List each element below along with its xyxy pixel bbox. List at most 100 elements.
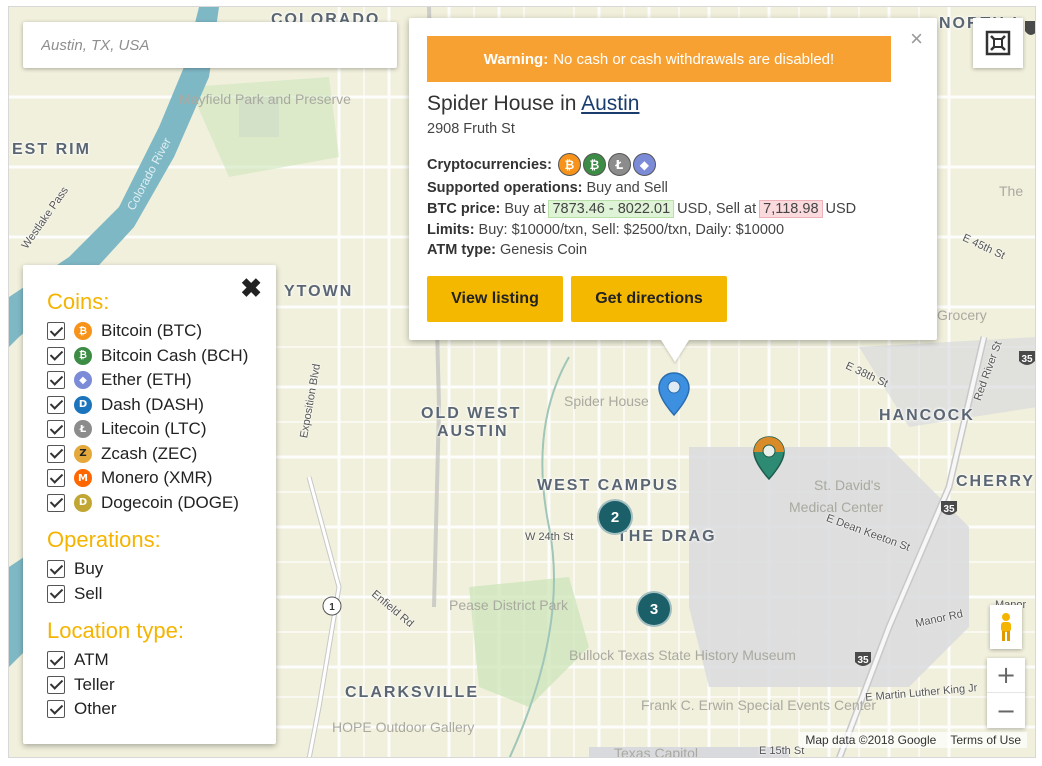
- coin-filter-dash[interactable]: D Dash (DASH): [47, 393, 276, 418]
- marker-cluster[interactable]: 3: [636, 591, 672, 627]
- litecoin-icon: Ł: [607, 153, 631, 176]
- location-label: Other: [74, 699, 117, 719]
- svg-text:35: 35: [1021, 354, 1033, 365]
- coin-label: Monero (XMR): [101, 468, 213, 488]
- map-pin-icon: [753, 436, 785, 481]
- warning-banner: Warning: No cash or cash withdrawals are…: [427, 36, 891, 82]
- operations-value: Buy and Sell: [586, 180, 668, 196]
- svg-text:35: 35: [857, 655, 869, 666]
- svg-text:35: 35: [943, 504, 955, 515]
- city-link[interactable]: Austin: [581, 92, 639, 115]
- coin-filter-xmr[interactable]: M Monero (XMR): [47, 466, 276, 491]
- coin-filter-eth[interactable]: ◆ Ether (ETH): [47, 368, 276, 393]
- zoom-control: + −: [987, 658, 1025, 728]
- checkbox[interactable]: [47, 444, 65, 463]
- ether-icon: ◆: [632, 153, 656, 176]
- location-search-box: [23, 22, 397, 68]
- warning-text: No cash or cash withdrawals are disabled…: [553, 50, 835, 68]
- location-filter-atm[interactable]: ATM: [47, 648, 276, 673]
- checkbox[interactable]: [47, 469, 65, 488]
- atm-marker[interactable]: [752, 435, 786, 486]
- coin-label: Ether (ETH): [101, 370, 192, 390]
- fullscreen-button[interactable]: [973, 18, 1023, 68]
- litecoin-icon: Ł: [74, 420, 92, 439]
- operations-label: Supported operations:: [427, 180, 583, 196]
- operation-filter-sell[interactable]: Sell: [47, 582, 276, 607]
- coin-filter-doge[interactable]: D Dogecoin (DOGE): [47, 491, 276, 516]
- ether-icon: ◆: [74, 371, 92, 390]
- view-listing-button[interactable]: View listing: [427, 276, 563, 322]
- atm-type-value: Genesis Coin: [500, 242, 588, 258]
- crypto-label: Cryptocurrencies:: [427, 156, 552, 173]
- location-title: Spider House in Austin: [427, 92, 919, 116]
- atm-type-label: ATM type:: [427, 242, 497, 258]
- sell-price-value: 7,118.98: [759, 200, 823, 218]
- coin-filter-zec[interactable]: Z Zcash (ZEC): [47, 442, 276, 467]
- zcash-icon: Z: [74, 444, 92, 463]
- filter-panel: ✖ Coins: ₿ Bitcoin (BTC) ₿ Bitcoin Cash …: [23, 265, 276, 744]
- location-address: 2908 Fruth St: [427, 121, 515, 137]
- checkbox[interactable]: [47, 371, 65, 390]
- map-pin-icon: [658, 372, 690, 417]
- bitcoin-icon: ₿: [557, 153, 581, 176]
- close-icon[interactable]: ✖: [240, 275, 262, 301]
- checkbox[interactable]: [47, 420, 65, 439]
- pegman-icon: [1001, 613, 1011, 641]
- popup-pointer: [661, 340, 689, 362]
- svg-text:1: 1: [329, 602, 335, 613]
- street-view-pegman[interactable]: [990, 605, 1022, 649]
- bitcoin-cash-icon: ₿: [74, 346, 92, 365]
- close-icon[interactable]: ×: [910, 26, 923, 52]
- atm-marker-selected[interactable]: [657, 371, 691, 422]
- price-buy-prefix: Buy at: [504, 201, 546, 217]
- operations-heading: Operations:: [47, 527, 161, 552]
- popup-actions: View listing Get directions: [427, 276, 919, 322]
- price-currency: USD: [825, 201, 857, 217]
- location-name: Spider House in: [427, 92, 577, 115]
- zoom-out-button[interactable]: −: [987, 693, 1025, 728]
- coin-label: Zcash (ZEC): [101, 443, 198, 463]
- location-filter-teller[interactable]: Teller: [47, 673, 276, 698]
- checkbox[interactable]: [47, 584, 65, 603]
- checkbox[interactable]: [47, 651, 65, 670]
- buy-price-value: 7873.46 - 8022.01: [548, 200, 675, 218]
- location-type-heading: Location type:: [47, 618, 184, 643]
- coin-label: Bitcoin Cash (BCH): [101, 345, 249, 365]
- location-search-input[interactable]: [39, 22, 381, 68]
- coin-filter-bch[interactable]: ₿ Bitcoin Cash (BCH): [47, 344, 276, 369]
- fullscreen-icon: [985, 30, 1011, 56]
- location-label: Teller: [74, 674, 115, 694]
- checkbox[interactable]: [47, 322, 65, 341]
- limits-row: Limits: Buy: $10000/txn, Sell: $2500/txn…: [427, 222, 919, 238]
- coin-filter-btc[interactable]: ₿ Bitcoin (BTC): [47, 319, 276, 344]
- checkbox[interactable]: [47, 700, 65, 719]
- warning-title: Warning:: [483, 50, 549, 68]
- price-mid-text: USD, Sell at: [677, 201, 757, 217]
- bitcoin-cash-icon: ₿: [582, 153, 606, 176]
- coin-label: Litecoin (LTC): [101, 419, 207, 439]
- atm-info-popup: × Warning: No cash or cash withdrawals a…: [409, 18, 937, 362]
- coin-label: Dash (DASH): [101, 394, 204, 414]
- dash-icon: D: [74, 395, 92, 414]
- atm-type-row: ATM type: Genesis Coin: [427, 242, 919, 258]
- checkbox[interactable]: [47, 395, 65, 414]
- zoom-in-button[interactable]: +: [987, 658, 1025, 693]
- operation-label: Buy: [74, 559, 104, 579]
- coin-label: Dogecoin (DOGE): [101, 492, 239, 512]
- limits-label: Limits:: [427, 222, 475, 238]
- location-filter-other[interactable]: Other: [47, 697, 276, 722]
- checkbox[interactable]: [47, 675, 65, 694]
- marker-cluster[interactable]: 2: [597, 499, 633, 535]
- operation-label: Sell: [74, 583, 103, 603]
- limits-value: Buy: $10000/txn, Sell: $2500/txn, Daily:…: [478, 222, 785, 238]
- map-attribution: Map data ©2018 Google Terms of Use: [799, 732, 1027, 748]
- terms-of-use-link[interactable]: Terms of Use: [950, 733, 1021, 747]
- checkbox[interactable]: [47, 346, 65, 365]
- coin-filter-ltc[interactable]: Ł Litecoin (LTC): [47, 417, 276, 442]
- checkbox[interactable]: [47, 560, 65, 579]
- checkbox[interactable]: [47, 493, 65, 512]
- btc-price-row: BTC price: Buy at 7873.46 - 8022.01 USD,…: [427, 200, 919, 218]
- cryptocurrencies-row: Cryptocurrencies: ₿ ₿ Ł ◆: [427, 153, 919, 176]
- get-directions-button[interactable]: Get directions: [571, 276, 727, 322]
- operation-filter-buy[interactable]: Buy: [47, 557, 276, 582]
